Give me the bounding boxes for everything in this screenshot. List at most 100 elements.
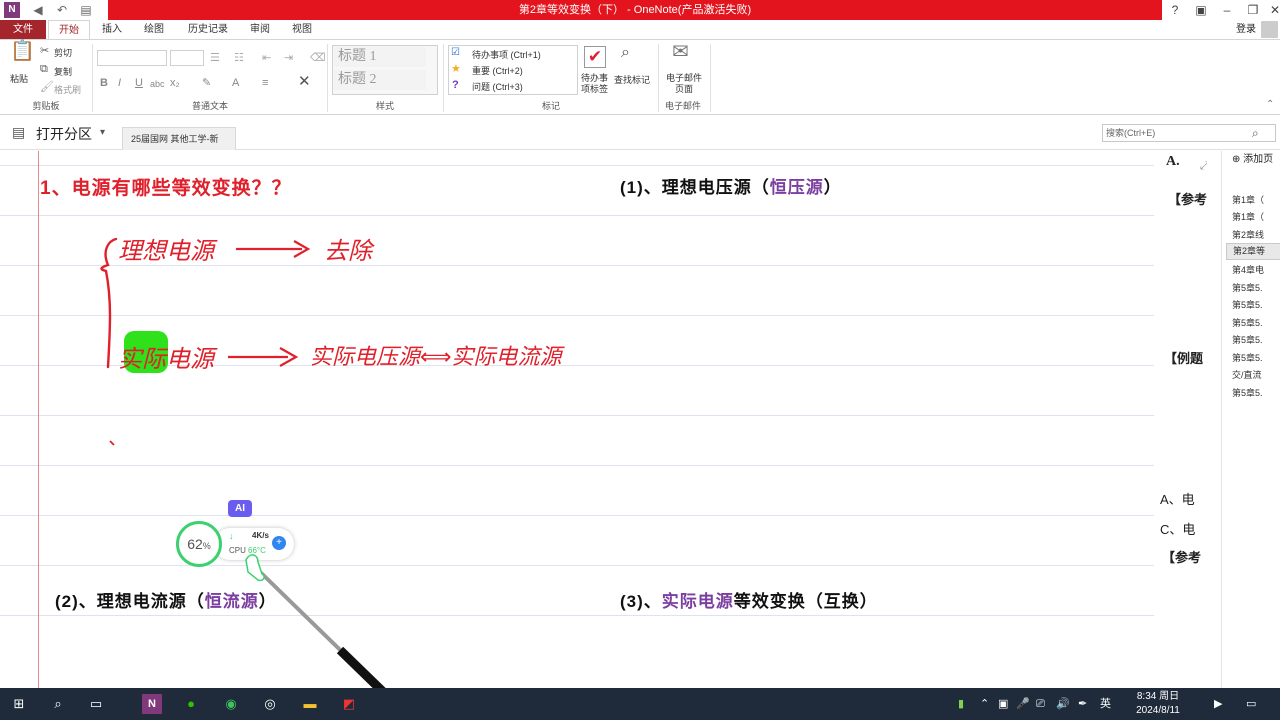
delete-icon[interactable]: ✕	[298, 74, 311, 89]
plus-icon[interactable]: +	[272, 536, 286, 550]
search-icon[interactable]: ⌕	[48, 694, 68, 714]
tab-home[interactable]: 开始	[48, 20, 90, 39]
page-item[interactable]: 第5章5.	[1232, 386, 1263, 399]
page-canvas[interactable]: 1、电源有哪些等效变换？？ 理想电源 去除 实际电源 实际电压源⟺实际电流源 (…	[0, 151, 1207, 688]
page-item[interactable]: 第1章（	[1232, 210, 1264, 223]
help-icon[interactable]: ?	[1162, 0, 1188, 20]
action-center-icon[interactable]: ▭	[1246, 695, 1256, 713]
margin-line	[38, 151, 39, 688]
open-section-button[interactable]: 打开分区	[36, 124, 92, 144]
taskbar: ⊞ ⌕ ▭ N ● ◉ ◎ ▬ ◩ ▮ ⌃ ▣ 🎤 ⎚ 🔊 ✒ 英 8:34 周…	[0, 688, 1280, 720]
page-item-selected[interactable]: 第2章等	[1226, 243, 1280, 260]
pen-icon[interactable]: ✒	[1078, 695, 1087, 713]
numbering-icon[interactable]: ☷	[234, 51, 244, 65]
copy-button[interactable]: 复制	[54, 65, 72, 78]
format-painter-button[interactable]: 格式刷	[54, 83, 81, 96]
volume-icon[interactable]: 🔊	[1056, 695, 1070, 713]
tab-history[interactable]: 历史记录	[182, 20, 234, 39]
star-icon: ★	[451, 63, 461, 75]
heading-power-sources[interactable]: 1、电源有哪些等效变换？？	[40, 173, 292, 200]
outdent-icon[interactable]: ⇤	[262, 51, 271, 65]
heading-ideal-voltage-source[interactable]: (1)、理想电压源（恒压源）	[620, 173, 842, 198]
app-icon[interactable]: ◩	[339, 694, 359, 714]
collapse-ribbon-icon[interactable]: ⌃	[1266, 98, 1274, 112]
rule-line	[0, 215, 1154, 216]
align-icon[interactable]: ≡	[262, 76, 268, 90]
login-link[interactable]: 登录	[1236, 20, 1256, 39]
browser-icon[interactable]: ◉	[221, 694, 241, 714]
underline-icon[interactable]: U	[135, 76, 143, 90]
italic-icon[interactable]: I	[118, 76, 121, 90]
clipped-option-c: C、电	[1160, 522, 1196, 537]
expand-icon[interactable]: ⤢	[1200, 159, 1207, 173]
wechat-icon[interactable]: ●	[181, 694, 201, 714]
notification-icon[interactable]: ▶	[1214, 695, 1222, 713]
style-heading2[interactable]: 标题 2	[334, 70, 426, 90]
page-item[interactable]: 第5章5.	[1232, 281, 1263, 294]
find-tags-button[interactable]: 查找标记	[614, 73, 650, 86]
cut-button[interactable]: 剪切	[54, 46, 72, 59]
undo-icon[interactable]: ↶	[54, 2, 70, 18]
paste-button[interactable]: 粘贴	[10, 72, 28, 85]
tray-app-icon[interactable]: ▣	[998, 695, 1008, 713]
strikethrough-icon[interactable]: abc	[150, 77, 165, 91]
page-item[interactable]: 第5章5.	[1232, 351, 1263, 364]
tab-view[interactable]: 视图	[286, 20, 318, 39]
network-icon[interactable]: ⎚	[1036, 695, 1045, 713]
subscript-icon[interactable]: x₂	[170, 76, 180, 90]
styles-group-label: 样式	[375, 101, 394, 111]
page-item[interactable]: 第5章5.	[1232, 316, 1263, 329]
tag-question[interactable]: 问题 (Ctrl+3)	[472, 80, 523, 93]
avatar[interactable]	[1261, 21, 1278, 38]
bold-icon[interactable]: B	[100, 76, 108, 90]
task-view-icon[interactable]: ▭	[86, 694, 106, 714]
bullets-icon[interactable]: ☰	[210, 51, 220, 65]
page-item[interactable]: 交/直流	[1232, 368, 1262, 381]
email-page-button[interactable]: 电子邮件页面	[663, 73, 705, 95]
clear-format-icon[interactable]: ⌫	[310, 51, 326, 65]
battery-icon[interactable]: ▮	[958, 695, 964, 713]
search-icon[interactable]: ⌕	[1252, 126, 1259, 140]
microphone-icon[interactable]: 🎤	[1016, 695, 1030, 713]
font-size-select[interactable]	[170, 50, 204, 66]
divider	[327, 44, 328, 112]
ai-badge[interactable]: AI	[228, 500, 252, 517]
page-item[interactable]: 第5章5.	[1232, 333, 1263, 346]
tab-draw[interactable]: 绘图	[138, 20, 170, 39]
tab-insert[interactable]: 插入	[96, 20, 128, 39]
text-group-label: 普通文本	[191, 101, 228, 111]
page-item[interactable]: 第1章（	[1232, 193, 1264, 206]
page-item[interactable]: 第4章电	[1232, 263, 1264, 276]
highlight-icon[interactable]: ✎	[202, 76, 211, 90]
tray-chevron-icon[interactable]: ⌃	[980, 695, 989, 713]
page-item[interactable]: 第2章线	[1232, 228, 1264, 241]
chevron-down-icon[interactable]: ▾	[100, 126, 105, 140]
onenote-taskbar-icon[interactable]: N	[142, 694, 162, 714]
dock-icon[interactable]: ▤	[78, 2, 94, 18]
tab-review[interactable]: 审阅	[244, 20, 276, 39]
obs-icon[interactable]: ◎	[260, 694, 280, 714]
indent-icon[interactable]: ⇥	[284, 51, 293, 65]
back-icon[interactable]: ◀	[30, 2, 46, 18]
paste-icon[interactable]: 📋	[10, 41, 35, 61]
minimize-button[interactable]: –	[1214, 0, 1240, 20]
add-page-button[interactable]: ⊕ 添加页	[1232, 152, 1273, 168]
tag-important[interactable]: 重要 (Ctrl+2)	[472, 64, 523, 77]
page-item[interactable]: 第5章5.	[1232, 298, 1263, 311]
system-clock[interactable]: 8:34 周日 2024/8/11	[1128, 690, 1188, 718]
style-heading1[interactable]: 标题 1	[334, 47, 426, 67]
tag-todo[interactable]: 待办事项 (Ctrl+1)	[472, 48, 541, 61]
tab-file[interactable]: 文件	[0, 20, 46, 39]
close-button[interactable]: ✕	[1262, 0, 1280, 20]
section-tab[interactable]: 25届国网 其他工学-新	[122, 127, 236, 150]
file-explorer-icon[interactable]: ▬	[300, 694, 320, 714]
search-input[interactable]: 搜索(Ctrl+E)	[1102, 124, 1276, 142]
ime-indicator[interactable]: 英	[1100, 695, 1111, 713]
heading-real-source-conversion[interactable]: (3)、实际电源等效变换（互换）	[620, 587, 878, 612]
todo-tag-button[interactable]: 待办事项标签	[581, 73, 613, 95]
font-name-select[interactable]	[97, 50, 167, 66]
display-options-icon[interactable]: ▣	[1188, 0, 1214, 20]
windows-start-icon[interactable]: ⊞	[9, 694, 29, 714]
font-color-icon[interactable]: A	[232, 76, 239, 90]
cpu-usage-ring[interactable]: 62%	[176, 521, 222, 567]
